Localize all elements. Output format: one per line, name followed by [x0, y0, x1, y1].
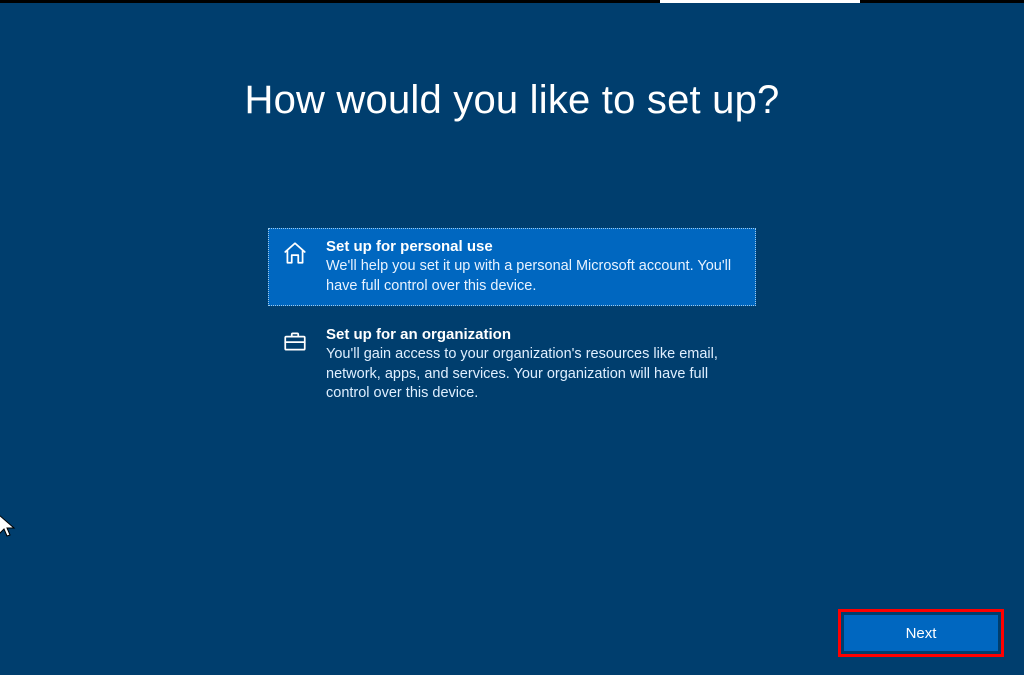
home-icon [282, 240, 310, 266]
option-personal-heading: Set up for personal use [326, 238, 742, 255]
option-organization-body: You'll gain access to your organization'… [326, 345, 742, 404]
briefcase-icon [282, 328, 310, 354]
progress-segment [660, 0, 860, 3]
mouse-cursor-icon [0, 514, 18, 542]
next-button[interactable]: Next [844, 615, 998, 651]
option-personal-body: We'll help you set it up with a personal… [326, 257, 742, 296]
setup-options: Set up for personal use We'll help you s… [268, 228, 756, 414]
option-organization[interactable]: Set up for an organization You'll gain a… [268, 316, 756, 414]
next-button-highlight: Next [838, 609, 1004, 657]
progress-top-bar [0, 0, 1024, 3]
option-organization-heading: Set up for an organization [326, 326, 742, 343]
option-personal-use[interactable]: Set up for personal use We'll help you s… [268, 228, 756, 306]
page-title: How would you like to set up? [0, 78, 1024, 123]
next-button-label: Next [906, 625, 937, 642]
